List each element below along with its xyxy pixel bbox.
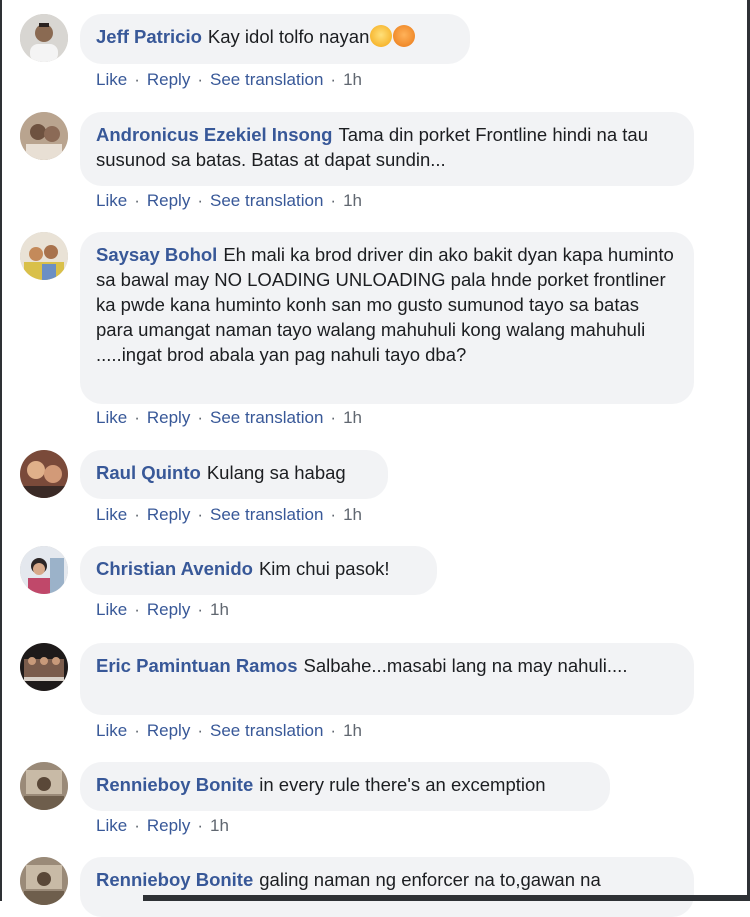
separator: · <box>197 70 203 89</box>
separator: · <box>134 600 140 619</box>
separator: · <box>330 191 337 210</box>
separator: · <box>134 70 140 89</box>
reply-link[interactable]: Reply <box>147 408 190 427</box>
reply-link[interactable]: Reply <box>147 70 190 89</box>
separator: · <box>197 721 203 740</box>
like-link[interactable]: Like <box>96 600 127 619</box>
comment-author[interactable]: Rennieboy Bonite <box>96 869 253 890</box>
angry-face-emoji <box>393 25 416 47</box>
avatar[interactable] <box>20 450 68 498</box>
like-link[interactable]: Like <box>96 505 127 524</box>
avatar[interactable] <box>20 232 68 280</box>
separator: · <box>197 505 203 524</box>
avatar[interactable] <box>20 857 68 905</box>
comment-author[interactable]: Eric Pamintuan Ramos <box>96 655 298 676</box>
comment-actions: Like · Reply · See translation · 1h <box>96 70 362 90</box>
sweat-face-emoji <box>370 25 393 47</box>
separator: · <box>330 408 337 427</box>
reply-link[interactable]: Reply <box>147 816 190 835</box>
see-translation-link[interactable]: See translation <box>210 408 323 427</box>
comment-timestamp[interactable]: 1h <box>210 816 229 835</box>
separator: · <box>134 191 140 210</box>
comment-actions: Like · Reply · See translation · 1h <box>96 408 362 428</box>
comment-actions: Like · Reply · 1h <box>96 816 229 836</box>
comment-text: Kim chui pasok! <box>258 558 390 579</box>
reply-link[interactable]: Reply <box>147 600 190 619</box>
comment-timestamp[interactable]: 1h <box>343 70 362 89</box>
comment-timestamp[interactable]: 1h <box>343 505 362 524</box>
comment-actions: Like · Reply · See translation · 1h <box>96 505 362 525</box>
comment-bubble: Rennieboy Bonite galing naman ng enforcer… <box>80 857 694 917</box>
window-bottom-edge <box>143 895 750 901</box>
comment-timestamp[interactable]: 1h <box>210 600 229 619</box>
comment-author[interactable]: Jeff Patricio <box>96 26 202 47</box>
like-link[interactable]: Like <box>96 816 127 835</box>
comment-text: Kay idol tolfo nayan <box>207 26 370 47</box>
comment-timestamp[interactable]: 1h <box>343 191 362 210</box>
comment-bubble: Christian Avenido Kim chui pasok! <box>80 546 437 595</box>
comment-text: Kulang sa habag <box>206 462 346 483</box>
separator: · <box>134 408 140 427</box>
comment-actions: Like · Reply · See translation · 1h <box>96 721 362 741</box>
comment-bubble: Andronicus Ezekiel Insong Tama din porket… <box>80 112 694 186</box>
separator: · <box>197 600 203 619</box>
reply-link[interactable]: Reply <box>147 721 190 740</box>
comment-bubble: Raul Quinto Kulang sa habag <box>80 450 388 499</box>
reply-link[interactable]: Reply <box>147 505 190 524</box>
comment-bubble: Rennieboy Bonite in every rule there's an… <box>80 762 610 811</box>
reply-link[interactable]: Reply <box>147 191 190 210</box>
comment-actions: Like · Reply · 1h <box>96 600 229 620</box>
separator: · <box>134 721 140 740</box>
comment-text: galing naman ng enforcer na to,gawan na <box>259 869 601 890</box>
separator: · <box>330 70 337 89</box>
comment-author[interactable]: Christian Avenido <box>96 558 253 579</box>
avatar[interactable] <box>20 643 68 691</box>
separator: · <box>197 408 203 427</box>
comment-author[interactable]: Raul Quinto <box>96 462 201 483</box>
comment-timestamp[interactable]: 1h <box>343 721 362 740</box>
comment-author[interactable]: Andronicus Ezekiel Insong <box>96 124 332 145</box>
separator: · <box>197 816 203 835</box>
see-translation-link[interactable]: See translation <box>210 505 323 524</box>
comment-author[interactable]: Saysay Bohol <box>96 244 217 265</box>
avatar[interactable] <box>20 112 68 160</box>
like-link[interactable]: Like <box>96 70 127 89</box>
separator: · <box>134 816 140 835</box>
avatar[interactable] <box>20 546 68 594</box>
comment-text: in every rule there's an excemption <box>259 774 546 795</box>
see-translation-link[interactable]: See translation <box>210 70 323 89</box>
comment-bubble: Eric Pamintuan Ramos Salbahe...masabi lan… <box>80 643 694 715</box>
comment-actions: Like · Reply · See translation · 1h <box>96 191 362 211</box>
separator: · <box>197 191 203 210</box>
separator: · <box>330 721 337 740</box>
like-link[interactable]: Like <box>96 721 127 740</box>
comment-bubble: Saysay Bohol Eh mali ka brod driver din a… <box>80 232 694 404</box>
window-left-edge <box>0 0 2 901</box>
comment-text: Salbahe...masabi lang na may nahuli.... <box>303 655 628 676</box>
comment-bubble: Jeff Patricio Kay idol tolfo nayan <box>80 14 470 64</box>
like-link[interactable]: Like <box>96 191 127 210</box>
comment-timestamp[interactable]: 1h <box>343 408 362 427</box>
avatar[interactable] <box>20 762 68 810</box>
see-translation-link[interactable]: See translation <box>210 191 323 210</box>
comment-author[interactable]: Rennieboy Bonite <box>96 774 253 795</box>
avatar[interactable] <box>20 14 68 62</box>
like-link[interactable]: Like <box>96 408 127 427</box>
see-translation-link[interactable]: See translation <box>210 721 323 740</box>
separator: · <box>330 505 337 524</box>
separator: · <box>134 505 140 524</box>
